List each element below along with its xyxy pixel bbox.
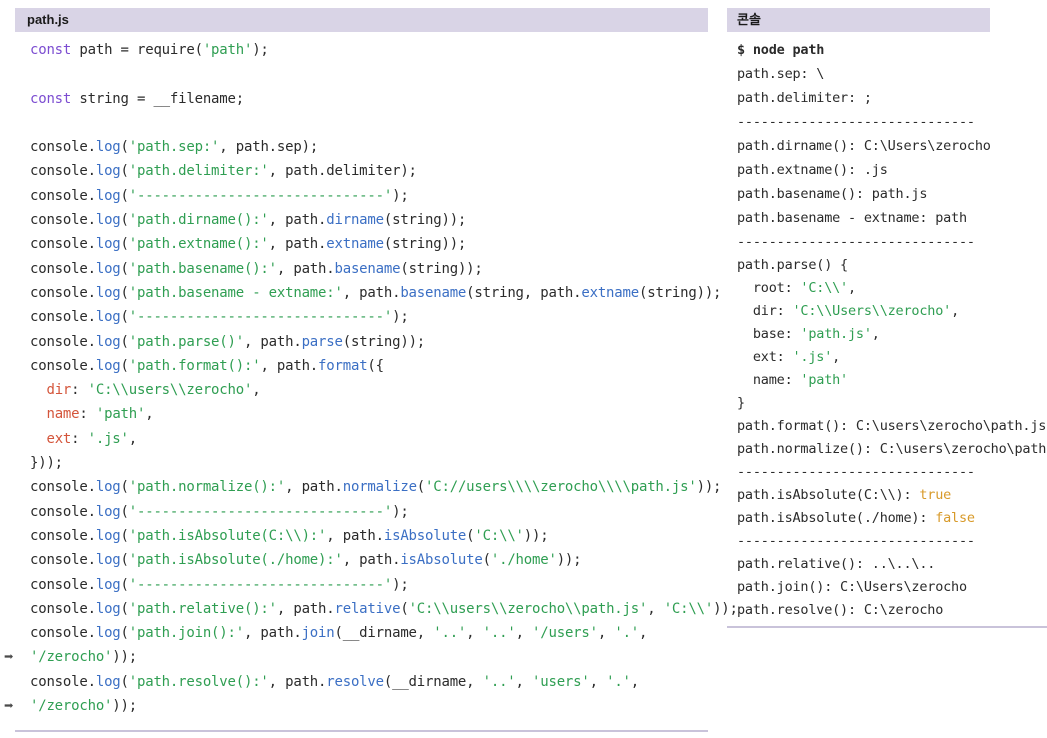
- console-line: path.basename(): path.js: [737, 186, 928, 202]
- console-separator: ------------------------------: [737, 234, 975, 250]
- code-line: console.log('---------------------------…: [30, 503, 409, 520]
- console-panel: 콘솔 $ node path path.sep: \ path.delimite…: [727, 8, 1047, 622]
- console-line: path.join(): C:\Users\zerocho: [737, 579, 967, 595]
- code-line: console.log('path.isAbsolute(C:\\):', pa…: [30, 527, 549, 544]
- code-line: console.log('path.parse()', path.parse(s…: [30, 333, 426, 350]
- code-line: console.log('path.basename():', path.bas…: [30, 260, 483, 277]
- code-line: console.log('---------------------------…: [30, 576, 409, 593]
- code-line-continued: ➡ '/zerocho'));: [4, 645, 708, 669]
- line-continuation-arrow-icon: ➡: [4, 647, 14, 667]
- code-panel-title: path.js: [15, 8, 708, 32]
- code-line: console.log('path.basename - extname:', …: [30, 284, 722, 301]
- console-separator: ------------------------------: [737, 533, 975, 549]
- console-line: path.sep: \: [737, 66, 825, 82]
- code-line: console.log('path.format():', path.forma…: [30, 357, 384, 374]
- console-separator: ------------------------------: [737, 464, 975, 480]
- console-line: path.dirname(): C:\Users\zerocho: [737, 138, 991, 154]
- console-separator: ------------------------------: [737, 114, 975, 130]
- console-line: path.delimiter: ;: [737, 90, 872, 106]
- code-line: }));: [30, 455, 63, 472]
- code-line: ext: '.js',: [46, 430, 138, 447]
- code-line: name: 'path',: [46, 406, 154, 423]
- code-line: console.log('path.sep:', path.sep);: [30, 139, 319, 156]
- code-line: console.log('path.join():', path.join(__…: [30, 625, 648, 642]
- console-line: path.basename - extname: path: [737, 210, 967, 226]
- code-line: console.log('path.relative():', path.rel…: [30, 600, 738, 617]
- console-output: $ node path path.sep: \ path.delimiter: …: [727, 32, 1047, 622]
- console-line: path.isAbsolute(C:\\): true: [737, 487, 952, 503]
- console-line: path.resolve(): C:\zerocho: [737, 602, 944, 618]
- console-line: path.parse() {: [737, 257, 848, 273]
- code-line: dir: 'C:\\users\\zerocho',: [46, 382, 261, 399]
- code-line: const path = require('path');: [30, 42, 269, 58]
- console-line: dir: 'C:\\Users\\zerocho',: [737, 303, 959, 319]
- console-line: path.format(): C:\users\zerocho\path.js: [737, 418, 1047, 434]
- console-panel-divider: [727, 626, 1047, 628]
- console-command: $ node path: [737, 42, 825, 58]
- code-line: console.log('---------------------------…: [30, 309, 409, 326]
- code-panel: path.js const path = require('path'); co…: [4, 8, 738, 718]
- code-line: console.log('path.resolve():', path.reso…: [30, 673, 640, 690]
- console-line: base: 'path.js',: [737, 326, 880, 342]
- code-line: console.log('path.isAbsolute(./home):', …: [30, 552, 582, 569]
- line-continuation-arrow-icon: ➡: [4, 696, 14, 716]
- code-line: console.log('path.dirname():', path.dirn…: [30, 212, 467, 229]
- code-panel-divider: [15, 730, 708, 732]
- code-line-continued: ➡ '/zerocho'));: [4, 694, 708, 718]
- console-line: path.relative(): ..\..\..: [737, 556, 936, 572]
- code-line: console.log('---------------------------…: [30, 187, 409, 204]
- code-line: console.log('path.extname():', path.extn…: [30, 236, 467, 253]
- code-line: const string = __filename;: [30, 90, 244, 107]
- console-line: path.extname(): .js: [737, 162, 888, 178]
- console-line: name: 'path': [737, 372, 848, 388]
- console-line: root: 'C:\\',: [737, 280, 856, 296]
- console-line: path.isAbsolute(./home): false: [737, 510, 975, 526]
- console-line: }: [737, 395, 745, 411]
- code-block: const path = require('path'); const stri…: [4, 32, 738, 718]
- console-panel-title: 콘솔: [727, 8, 990, 32]
- code-line: console.log('path.normalize():', path.no…: [30, 479, 722, 496]
- console-line: path.normalize(): C:\users\zerocho\path.…: [737, 441, 1047, 457]
- code-line: console.log('path.delimiter:', path.deli…: [30, 163, 417, 180]
- console-line: ext: '.js',: [737, 349, 841, 365]
